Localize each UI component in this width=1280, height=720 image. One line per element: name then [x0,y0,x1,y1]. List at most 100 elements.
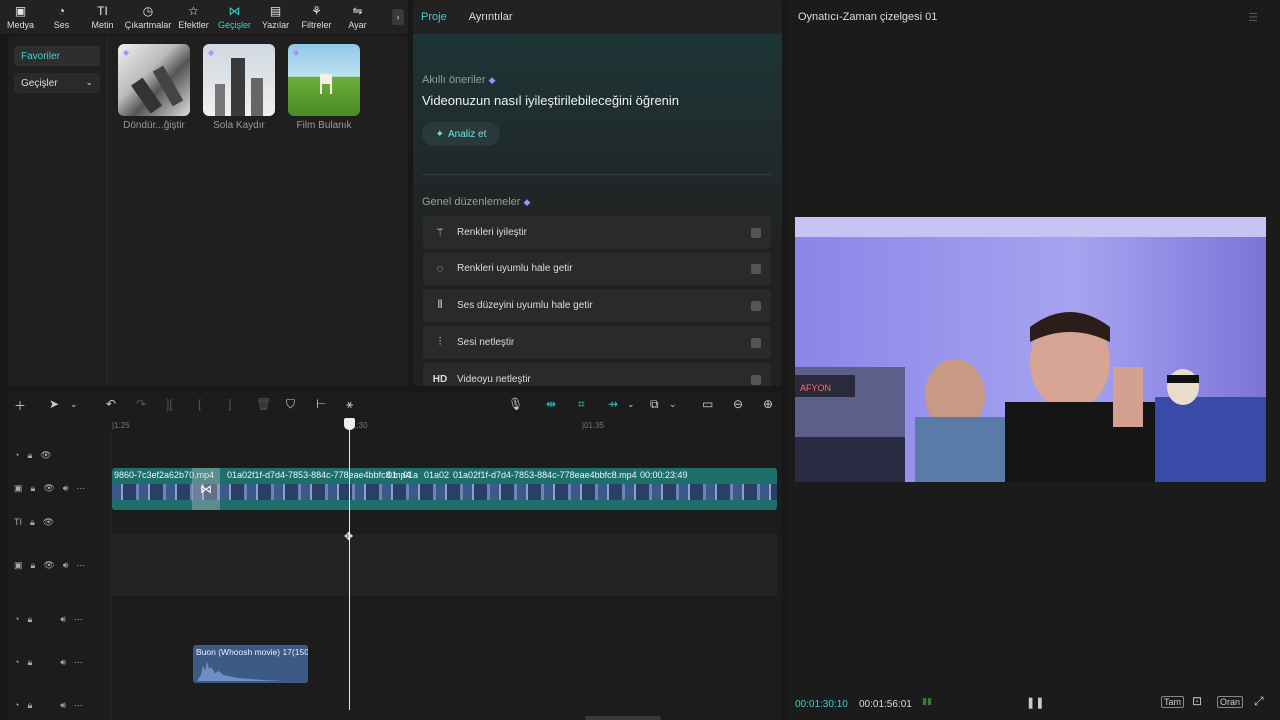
tab-project[interactable]: Proje [421,11,447,23]
tab-transitions[interactable]: ⋈ Geçişler [214,4,255,30]
lock-icon[interactable]: 🔒︎ [27,657,32,668]
link-track-icon[interactable]: ⇹ [546,397,556,411]
select-tool-icon[interactable]: ➤ [49,397,59,411]
option-match-colors[interactable]: ◌ Renkleri uyumlu hale getir [423,252,771,285]
chevron-down-icon[interactable]: ⌄ [70,399,78,410]
pause-icon[interactable]: ❚❚ [1026,696,1044,709]
chevron-down-icon[interactable]: ⌄ [627,399,635,410]
option-clarify-video[interactable]: HD Videoyu netleştir [423,363,771,386]
menu-icon[interactable]: ☰ [1248,11,1258,24]
zoom-in-icon[interactable]: ⊕ [763,397,773,411]
fullscreen-icon[interactable]: ⤢ [1254,694,1264,709]
tab-text[interactable]: TI Metin [82,4,123,30]
eye-icon[interactable]: 👁︎ [43,560,54,571]
captions-icon[interactable]: ▭ [702,397,713,411]
speaker-icon[interactable]: 🔊︎ [60,657,66,668]
lock-icon[interactable]: 🔒︎ [27,614,32,625]
freeze-frame-icon[interactable]: ⊢ [316,397,326,411]
zoom-out-icon[interactable]: ⊖ [733,397,743,411]
sidebar-item-favorites[interactable]: Favoriler [14,46,100,66]
transition-icon: ⋈ [200,482,212,496]
empty-video-lane[interactable] [112,534,777,596]
redo-icon[interactable]: ↷ [136,397,146,411]
delete-icon[interactable]: 🗑 [256,397,271,411]
playhead-handle[interactable] [344,418,355,430]
preview-axis-icon[interactable]: ⇸ [608,397,618,411]
chevron-right-icon[interactable]: › [392,9,404,25]
lock-icon[interactable]: 🔒︎ [31,483,36,494]
split-icon[interactable]: ][ [166,397,173,411]
fullscreen-fit-button[interactable]: Tam [1161,696,1185,708]
marker-icon[interactable]: ⛉ [286,397,295,412]
captions-icon: ▤ [269,4,282,18]
more-icon[interactable]: ⋯ [76,560,85,571]
tab-details[interactable]: Ayrıntılar [469,11,513,23]
replace-icon[interactable]: ⧉ [650,397,659,412]
transition-thumb-slide-left[interactable]: ◆ [203,44,275,116]
speaker-icon[interactable]: 🔊︎ [60,700,66,711]
tab-effects[interactable]: ☆ Efektler [173,4,214,30]
option-toggle[interactable] [751,338,761,348]
effects-icon: ☆ [188,4,199,18]
lock-icon[interactable]: 🔒︎ [27,700,32,711]
chevron-down-icon: ⌄ [85,77,93,87]
eye-icon[interactable]: 👁︎ [40,450,51,461]
eye-icon[interactable]: 👁︎ [43,517,54,528]
option-toggle[interactable] [751,375,761,385]
speaker-icon[interactable]: 🔊︎ [63,560,69,571]
more-icon[interactable]: ⋯ [76,483,85,494]
eye-icon[interactable]: 👁︎ [43,483,54,494]
more-icon[interactable]: ⋯ [74,700,83,711]
timeline-ruler[interactable]: |1:25 1:30 |01:35 [112,419,782,433]
lock-icon[interactable]: 🔒︎ [27,450,32,461]
move-cursor-icon: ✥ [344,531,354,543]
timeline-scrollbar[interactable] [585,716,661,720]
option-toggle[interactable] [751,264,761,274]
tab-filters[interactable]: ⚘ Filtreler [296,4,337,30]
option-enhance-colors[interactable]: ⚚ Renkleri iyileştir [423,216,771,249]
undo-icon[interactable]: ↶ [106,397,116,411]
tab-audio[interactable]: ◔ Ses [41,4,82,30]
audio-track-icon: ◔ [14,657,20,667]
snap-icon[interactable]: ⌗ [578,397,585,412]
transition-thumb-rotate[interactable]: ◆ [118,44,190,116]
tab-stickers[interactable]: ◷ Çıkartmalar [123,4,173,30]
audio-icon: ◔ [57,4,66,18]
tab-adjust[interactable]: ⇋ Ayar [337,4,378,30]
details-tabs: Proje Ayrıntılar [413,0,782,34]
clip-duration: 00:00:23:49 [640,470,688,480]
playhead[interactable] [349,422,350,710]
analyze-button[interactable]: ✦ Analiz et [422,122,500,146]
transition-thumb-film-blur[interactable]: ◆ [288,44,360,116]
aspect-ratio-button[interactable]: Oran [1217,696,1244,708]
video-frame-image: AFYON [795,217,1266,482]
option-clarify-audio[interactable]: ⫶ Sesi netleştir [423,326,771,359]
tab-captions[interactable]: ▤ Yazılar [255,4,296,30]
option-toggle[interactable] [751,301,761,311]
zoom-fit-icon[interactable]: ⊡ [1192,694,1202,708]
option-match-volume[interactable]: ⫴ Ses düzeyini uyumlu hale getir [423,289,771,322]
audio-track-icon: ◔ [14,614,20,624]
more-icon[interactable]: ⋯ [74,657,83,668]
speaker-icon[interactable]: 🔊︎ [63,483,69,494]
effects-track-icon: ◔ [14,450,20,460]
audio-clip[interactable]: Buon (Whoosh movie) 17(150... [193,645,308,683]
trim-right-icon[interactable]: ] [228,397,231,411]
video-preview[interactable]: AFYON [795,217,1266,482]
more-icon[interactable]: ⋯ [74,614,83,625]
sidebar-item-transitions[interactable]: Geçişler ⌄ [14,73,100,93]
lock-icon[interactable]: 🔒︎ [30,517,35,528]
speaker-icon[interactable]: 🔊︎ [60,614,66,625]
transition-marker[interactable]: ⋈ [192,468,220,510]
option-toggle[interactable] [751,228,761,238]
track-header-video-2: ▣ 🔒︎ 👁︎ 🔊︎ ⋯ [8,555,108,575]
tab-media[interactable]: ▣ Medya [0,4,41,30]
microphone-icon[interactable]: 🎙 [508,397,523,411]
sticker-icon: ◷ [142,4,154,18]
add-icon[interactable]: ＋ [14,397,26,414]
chevron-down-icon[interactable]: ⌄ [669,399,677,410]
magic-edit-icon[interactable]: ⚹ [346,397,353,412]
trim-left-icon[interactable]: [ [198,397,201,411]
main-video-track[interactable]: 9860-7c3ef2a62b70.mp4 01a02f1f-d7d4-7853… [112,468,777,510]
lock-icon[interactable]: 🔒︎ [31,560,36,571]
